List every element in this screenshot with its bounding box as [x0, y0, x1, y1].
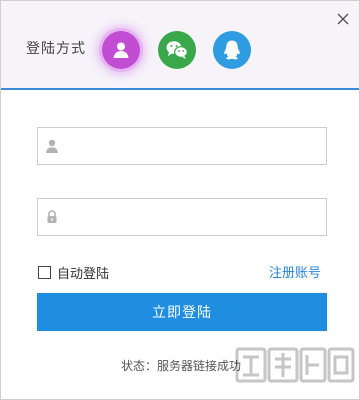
status-label: 状态： — [121, 359, 158, 373]
password-input[interactable] — [68, 199, 322, 235]
account-login-button[interactable] — [102, 31, 140, 69]
auto-login-option[interactable]: 自动登陆 — [38, 263, 109, 282]
site-logo-icon — [235, 343, 355, 395]
user-icon — [113, 42, 129, 58]
user-icon — [46, 139, 58, 153]
auto-login-checkbox[interactable] — [38, 266, 51, 279]
login-method-label: 登陆方式 — [26, 41, 86, 57]
status-bar: 状态：服务器链接成功 — [121, 357, 241, 374]
wechat-icon — [166, 41, 188, 59]
login-method-header: 登陆方式 — [1, 1, 359, 90]
username-input[interactable] — [68, 128, 322, 164]
qq-login-button[interactable] — [213, 31, 251, 69]
close-button[interactable] — [335, 11, 351, 27]
login-button[interactable]: 立即登陆 — [37, 293, 327, 331]
lock-icon — [47, 210, 57, 223]
status-value: 服务器链接成功 — [157, 359, 242, 373]
register-account-link[interactable]: 注册账号 — [269, 262, 321, 281]
auto-login-label: 自动登陆 — [57, 267, 110, 282]
qq-penguin-icon — [224, 40, 240, 60]
watermark-logo-shape — [235, 347, 355, 383]
wechat-login-button[interactable] — [158, 31, 196, 69]
close-icon — [337, 13, 349, 25]
login-window: 登陆方式 自动登陆 注册账号 立即登陆 状态：服务器链接成功 — [0, 0, 360, 400]
password-field[interactable] — [37, 198, 327, 236]
username-field[interactable] — [37, 127, 327, 165]
